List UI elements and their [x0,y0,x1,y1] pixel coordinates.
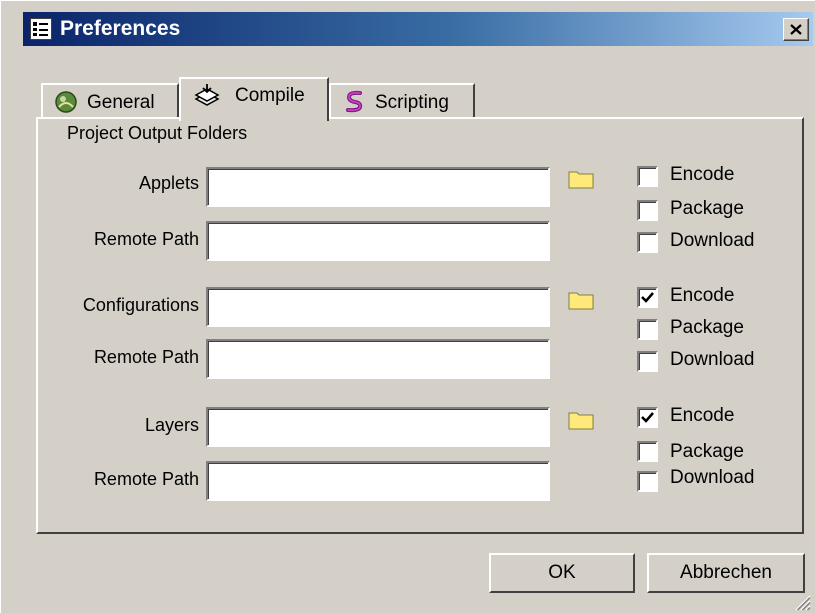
applets-input[interactable] [206,167,550,207]
configurations-input[interactable] [206,287,550,327]
resize-grip-icon[interactable] [791,591,811,611]
applets-encode-label: Encode [670,164,735,185]
close-icon [790,24,802,35]
cancel-button[interactable]: Abbrechen [647,553,805,593]
applets-download-checkbox[interactable] [637,232,658,253]
configurations-remote-path-label: Remote Path [93,347,199,367]
configurations-download-checkbox[interactable] [637,351,658,372]
title-bar[interactable]: Preferences [23,12,813,46]
configurations-remote-path-input[interactable] [206,339,550,379]
tab-general[interactable]: General [41,83,179,119]
applets-remote-path-input[interactable] [206,221,550,261]
layers-folder-icon[interactable] [568,410,594,430]
tab-general-label: General [87,92,155,113]
configurations-encode-label: Encode [670,285,735,306]
layers-encode-checkbox[interactable] [637,407,658,428]
applets-remote-path-label: Remote Path [93,229,199,249]
checkmark-icon [641,412,654,423]
configurations-encode-checkbox[interactable] [637,287,658,308]
layers-encode-label: Encode [670,405,735,426]
configurations-package-label: Package [670,317,744,338]
configurations-label: Configurations [82,295,199,315]
layers-download-label: Download [670,467,755,488]
layers-package-checkbox[interactable] [637,441,658,462]
applets-package-label: Package [670,198,744,219]
preferences-dialog: Preferences General Compile Scripting Pr… [0,0,815,613]
layers-input[interactable] [206,407,550,447]
tab-compile-label: Compile [235,85,305,106]
layers-remote-path-input[interactable] [206,461,550,501]
applets-download-label: Download [670,230,755,251]
applets-label: Applets [138,173,199,193]
compile-icon [193,83,221,115]
section-title: Project Output Folders [67,123,248,143]
tab-compile[interactable]: Compile [179,77,329,121]
configurations-package-checkbox[interactable] [637,319,658,340]
applets-package-checkbox[interactable] [637,200,658,221]
checkmark-icon [641,292,654,303]
configurations-folder-icon[interactable] [568,290,594,310]
applets-folder-icon[interactable] [568,169,594,189]
layers-download-checkbox[interactable] [637,471,658,492]
ok-button[interactable]: OK [489,553,635,593]
configurations-download-label: Download [670,349,755,370]
tab-scripting-label: Scripting [375,92,449,113]
app-icon [30,18,52,40]
applets-encode-checkbox[interactable] [637,166,658,187]
layers-label: Layers [144,415,199,435]
close-button[interactable] [783,18,809,41]
layers-package-label: Package [670,441,744,462]
layers-remote-path-label: Remote Path [93,469,199,489]
tab-scripting[interactable]: Scripting [329,83,475,119]
window-title: Preferences [60,17,181,40]
